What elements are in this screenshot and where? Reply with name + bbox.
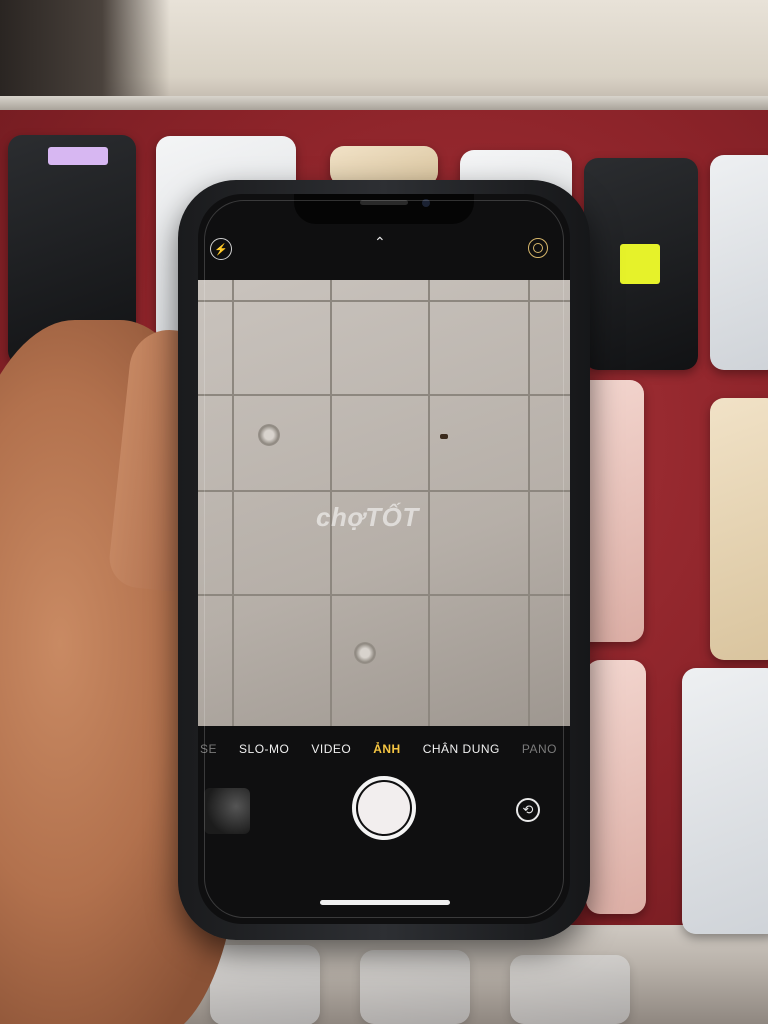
phone-screen: ⚡ ⌃ chợTỐT SE SLO-MO VIDEO ẢNH CHÂN DUNG…	[198, 194, 570, 924]
floor-drain	[258, 424, 280, 446]
display-case-edge	[0, 96, 768, 110]
floor-drain	[354, 642, 376, 664]
shutter-button[interactable]	[352, 776, 416, 840]
iphone: ⚡ ⌃ chợTỐT SE SLO-MO VIDEO ẢNH CHÂN DUNG…	[178, 180, 590, 940]
live-photo-icon[interactable]	[528, 238, 548, 258]
choTot-watermark: chợTỐT	[316, 502, 419, 532]
floor-speck	[440, 434, 448, 439]
notch	[294, 194, 474, 224]
display-phone-gold	[710, 398, 768, 660]
display-phone-silver	[710, 155, 768, 370]
display-phone-reflection	[360, 950, 470, 1024]
earpiece-speaker	[360, 200, 408, 205]
tile-line	[198, 594, 570, 596]
front-camera	[422, 199, 430, 207]
background-shadow	[0, 0, 170, 100]
mode-photo[interactable]: ẢNH	[373, 742, 401, 766]
tile-line	[198, 300, 570, 302]
flash-icon[interactable]: ⚡	[210, 238, 232, 260]
display-phone-black	[584, 158, 698, 370]
tile-line	[232, 280, 234, 726]
tile-line	[528, 280, 530, 726]
tile-line	[428, 280, 430, 726]
mode-slo-mo[interactable]: SLO-MO	[239, 742, 289, 766]
mode-se[interactable]: SE	[200, 742, 217, 766]
home-indicator[interactable]	[320, 900, 450, 905]
tile-line	[198, 490, 570, 492]
phone-sticker	[48, 147, 108, 165]
display-phone-rose	[586, 660, 646, 914]
tile-line	[198, 394, 570, 396]
mode-video[interactable]: VIDEO	[311, 742, 351, 766]
camera-viewfinder[interactable]: chợTỐT	[198, 280, 570, 726]
phone-sticker	[620, 244, 660, 284]
mode-pano[interactable]: PANO	[522, 742, 557, 766]
chevron-symbol: ⌃	[374, 234, 386, 250]
chevron-up-icon[interactable]: ⌃	[374, 234, 386, 251]
display-phone-reflection	[210, 945, 320, 1024]
photo-scene: ⚡ ⌃ chợTỐT SE SLO-MO VIDEO ẢNH CHÂN DUNG…	[0, 0, 768, 1024]
flip-symbol: ⟲	[522, 802, 534, 817]
last-photo-thumbnail[interactable]	[204, 788, 250, 834]
flash-symbol: ⚡	[214, 243, 228, 256]
mode-portrait[interactable]: CHÂN DUNG	[423, 742, 500, 766]
display-phone-silver	[682, 668, 768, 934]
camera-mode-selector[interactable]: SE SLO-MO VIDEO ẢNH CHÂN DUNG PANO	[198, 742, 570, 766]
display-phone-reflection	[510, 955, 630, 1024]
flip-camera-icon[interactable]: ⟲	[516, 798, 540, 822]
